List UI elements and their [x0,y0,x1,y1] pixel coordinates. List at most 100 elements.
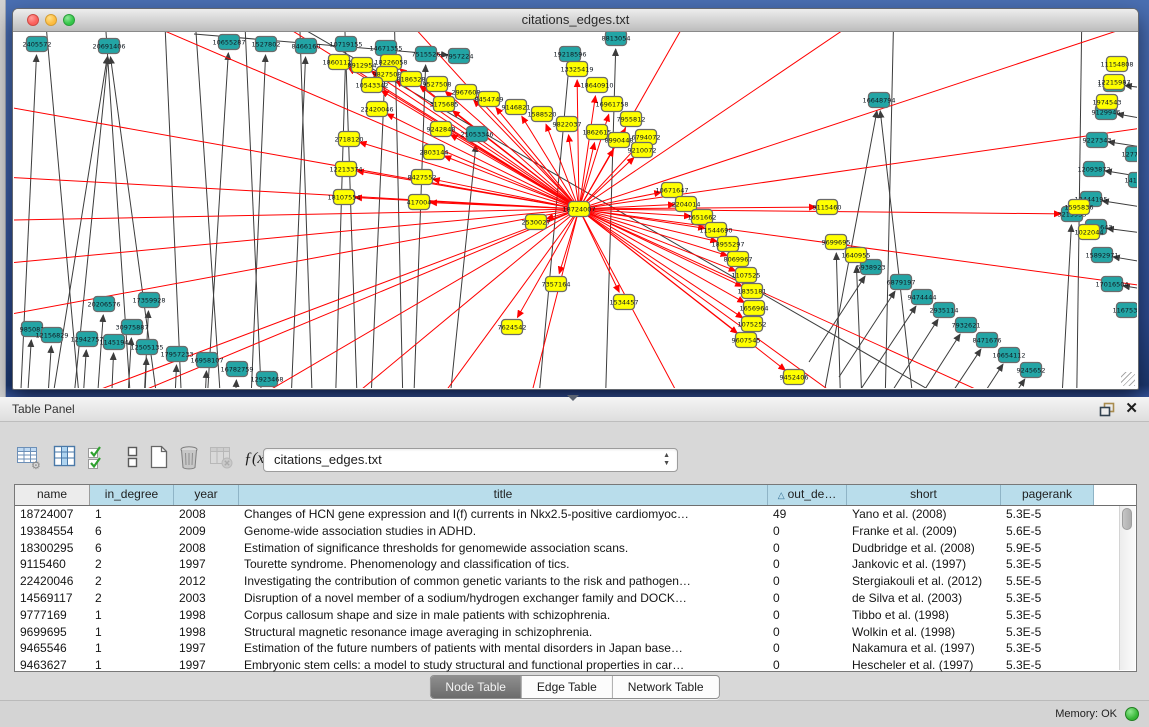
graph-node-9115460[interactable]: 9115460 [813,200,842,215]
table-row[interactable]: 946554611997Estimation of the future num… [15,640,1136,657]
graph-node-9452406[interactable]: 9452406 [780,370,809,385]
graph-node-7955812[interactable]: 7955812 [617,112,646,127]
graph-node-14671355[interactable]: 14671355 [369,41,402,56]
graph-node-19218596[interactable]: 19218596 [553,47,586,62]
split-pane-handle[interactable] [567,395,579,401]
graph-node-8454749[interactable]: 8454749 [475,92,504,107]
graph-node-18107554[interactable]: 18107554 [327,190,360,205]
table-row[interactable]: 1872400712008Changes of HCN gene express… [15,506,1136,523]
graph-node-9474444[interactable]: 9474444 [908,290,937,305]
tab-edge-table[interactable]: Edge Table [522,676,613,698]
minimize-traffic-light[interactable] [45,14,57,26]
graph-node-9146821[interactable]: 9146821 [502,100,531,115]
graph-node-7932621[interactable]: 7932621 [952,318,981,333]
memory-status-icon[interactable] [1125,707,1139,721]
graph-node-2718120[interactable]: 2718120 [335,132,364,147]
graph-node-2935114[interactable]: 2935114 [930,303,959,318]
graph-node-1595836[interactable]: 1595836 [1065,200,1094,215]
graph-node-7515526[interactable]: 7515526 [412,47,441,62]
graph-node-10654112[interactable]: 10654112 [992,348,1025,363]
float-panel-icon[interactable] [1099,402,1115,417]
graph-node-9699695[interactable]: 9699695 [822,235,851,250]
graph-node-10719155[interactable]: 10719155 [329,37,362,52]
graph-node-2530027[interactable]: 2530027 [522,215,551,230]
graph-node-9242848[interactable]: 9242848 [427,122,456,137]
graph-node-2803144[interactable]: 2803144 [420,145,449,160]
graph-node-8466160[interactable]: 8466160 [292,39,321,54]
graph-node-1145194[interactable]: 1145194 [100,335,129,350]
graph-node-16648794[interactable]: 16648794 [862,93,895,108]
table-row[interactable]: 946362711997Embryonic stem cells: a mode… [15,657,1136,674]
graph-node-1022044[interactable]: 1022044 [1075,225,1104,240]
graph-node-9607545[interactable]: 9607545 [732,333,761,348]
delete-column-trash-button[interactable] [176,444,206,474]
graph-node-30975887[interactable]: 30975887 [115,320,148,335]
graph-node-10671647[interactable]: 10671647 [655,183,688,198]
column-header-year[interactable]: year [174,485,239,505]
column-header-title[interactable]: title [239,485,768,505]
table-row[interactable]: 1830029562008Estimation of significance … [15,540,1136,557]
table-mode-button[interactable]: ⚙ [16,444,46,474]
column-header-in_degree[interactable]: in_degree [90,485,174,505]
table-scrollbar[interactable] [1119,506,1135,670]
graph-node-9245652[interactable]: 9245652 [1017,363,1046,378]
tab-node-table[interactable]: Node Table [430,676,522,698]
graph-node-2405572[interactable]: 2405572 [23,37,52,52]
close-traffic-light[interactable] [27,14,39,26]
column-header-name[interactable]: name [15,485,90,505]
table-row[interactable]: 969969511998Structural magnetic resonanc… [15,624,1136,641]
graph-node-1656964[interactable]: 1656964 [740,301,769,316]
graph-node-1534457[interactable]: 1534457 [610,295,639,310]
table-row[interactable]: 2242004622012Investigating the contribut… [15,573,1136,590]
column-header-short[interactable]: short [847,485,1001,505]
close-panel-icon[interactable]: ✕ [1125,399,1138,417]
graph-node-7357164[interactable]: 7357164 [542,277,571,292]
graph-node-1277403[interactable]: 1277403 [1122,147,1137,162]
column-header-pagerank[interactable]: pagerank [1001,485,1094,505]
graph-node-12923468[interactable]: 12923468 [250,372,283,387]
tab-network-table[interactable]: Network Table [613,676,719,698]
table-selector-dropdown[interactable]: citations_edges.txt ▲▼ [263,448,678,472]
graph-node-6879197[interactable]: 6879197 [887,275,916,290]
graph-node-1640955[interactable]: 1640955 [842,248,871,263]
network-graph[interactable]: 1872400724055722069140610655287152780284… [14,32,1137,388]
graph-node-8427552[interactable]: 8427552 [408,170,437,185]
table-row[interactable]: 1456911722003Disruption of a novel membe… [15,590,1136,607]
graph-node-9527508[interactable]: 9527508 [423,77,452,92]
graph-node-18640910[interactable]: 18640910 [580,78,613,93]
graph-node-1075252[interactable]: 1075252 [738,317,767,332]
graph-node-8990448[interactable]: 8990448 [605,133,634,148]
new-column-button[interactable] [146,444,176,474]
graph-node-9227343[interactable]: 9227343 [1083,133,1112,148]
graph-node-1107525[interactable]: 1107525 [732,268,761,283]
zoom-traffic-light[interactable] [63,14,75,26]
graph-node-20691406[interactable]: 20691406 [92,39,125,54]
graph-node-18955297[interactable]: 18955297 [711,237,744,252]
graph-node-12093872[interactable]: 12093872 [1077,162,1110,177]
graph-node-17016504[interactable]: 17016504 [1095,277,1128,292]
graph-node-9210072[interactable]: 9210072 [628,143,657,158]
graph-node-1527802[interactable]: 1527802 [252,37,281,52]
graph-node-17359928[interactable]: 17359928 [132,293,165,308]
graph-node-12213374[interactable]: 12213374 [329,162,362,177]
graph-node-15892971[interactable]: 15892971 [1085,248,1118,263]
graph-node-8471676[interactable]: 8471676 [973,333,1002,348]
graph-node-8186328[interactable]: 8186328 [397,72,426,87]
graph-node-16961758[interactable]: 16961758 [595,97,628,112]
graph-node-8813054[interactable]: 8813054 [602,32,631,46]
graph-node-11154808[interactable]: 11154808 [1100,57,1133,72]
graph-node-1835181[interactable]: 1835181 [738,284,767,299]
window-resize-grip[interactable] [1121,372,1135,386]
select-rows-checkbox-button[interactable] [86,444,116,474]
graph-node-17957233[interactable]: 17957233 [160,347,193,362]
graph-node-16782759[interactable]: 16782759 [220,362,253,377]
graph-node-13325419[interactable]: 13325419 [560,62,593,77]
column-header-out_degree[interactable]: △out_de… [768,485,847,505]
network-window-titlebar[interactable]: citations_edges.txt [13,9,1138,32]
table-row[interactable]: 977716911998Corpus callosum shape and si… [15,607,1136,624]
table-row[interactable]: 1938455462009Genome-wide association stu… [15,523,1136,540]
graph-node-12505135[interactable]: 12505135 [130,340,163,355]
graph-node-1588520[interactable]: 1588520 [528,107,557,122]
graph-node-8069967[interactable]: 8069967 [724,252,753,267]
network-view-canvas[interactable]: 1872400724055722069140610655287152780284… [14,32,1137,388]
